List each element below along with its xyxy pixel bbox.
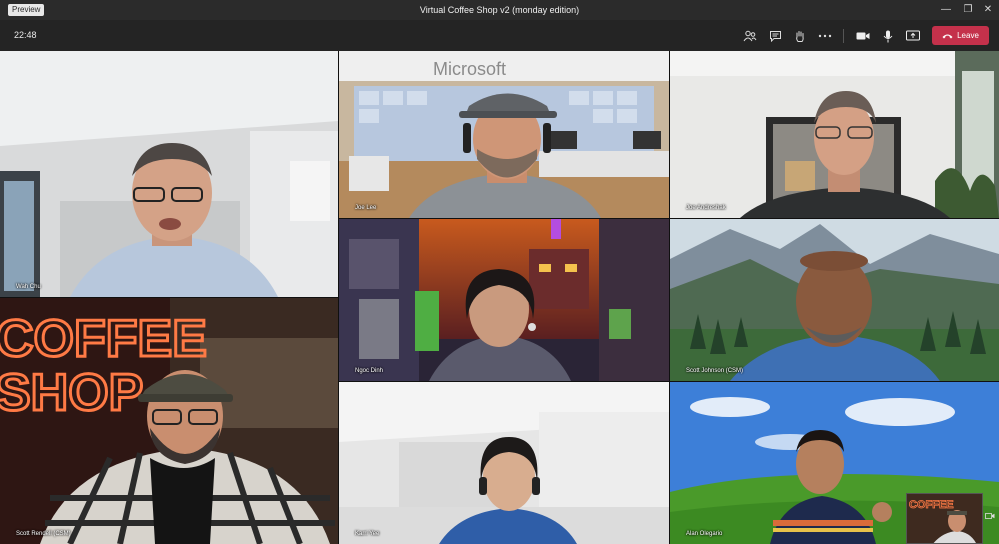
participant-name: Alan Olegario xyxy=(686,531,723,537)
camera-icon xyxy=(856,32,870,40)
call-timer: 22:48 xyxy=(14,30,37,40)
video-feed xyxy=(670,51,999,218)
chat-button[interactable] xyxy=(765,27,785,45)
share-screen-button[interactable] xyxy=(903,27,923,45)
participant-name: Joe Lee xyxy=(355,205,377,211)
self-view-preview[interactable]: COFFEE xyxy=(906,493,983,544)
video-feed: COFFEE SHOP xyxy=(0,298,338,544)
participant-tile-scott-johnson[interactable]: Scott Johnson (CSM) xyxy=(670,219,999,381)
svg-text:COFFEE: COFFEE xyxy=(909,499,954,511)
participant-tile-wah-chu[interactable]: Wah Chu xyxy=(0,51,338,297)
video-feed xyxy=(0,51,338,297)
neon-sign-line1: COFFEE xyxy=(0,310,207,368)
participant-tile-ngoc-dinh[interactable]: Ngoc Dinh xyxy=(339,219,669,381)
participants-button[interactable] xyxy=(740,27,760,45)
leave-label: Leave xyxy=(957,31,979,40)
neon-sign-line2: SHOP xyxy=(0,364,143,422)
participant-name: Karri Yee xyxy=(355,531,380,537)
participant-name: Ngoc Dinh xyxy=(355,368,384,374)
toolbar-divider xyxy=(843,29,844,43)
camera-button[interactable] xyxy=(853,27,873,45)
phone-hangup-icon xyxy=(942,34,953,38)
participant-name: Scott Johnson (CSM) xyxy=(686,368,744,374)
svg-text:Microsoft: Microsoft xyxy=(433,59,506,79)
chat-icon xyxy=(769,31,781,42)
participant-name: Scott Rendell (CSM) xyxy=(16,531,71,537)
raise-hand-icon xyxy=(796,30,804,42)
video-feed xyxy=(339,382,669,544)
participant-tile-karri-yee[interactable]: Karri Yee xyxy=(339,382,669,544)
self-video-feed: COFFEE xyxy=(907,494,982,543)
participant-tile-joe-lee[interactable]: Microsoft Joe Lee xyxy=(339,51,669,218)
microphone-icon xyxy=(883,30,893,42)
video-feed xyxy=(339,219,669,381)
share-screen-icon xyxy=(906,30,920,41)
microphone-button[interactable] xyxy=(878,27,898,45)
participant-name: Wah Chu xyxy=(16,284,41,290)
close-window-button[interactable]: ✕ xyxy=(977,2,999,18)
participant-tile-joe-andreshak[interactable]: Joe Andreshak xyxy=(670,51,999,218)
people-icon xyxy=(743,30,757,42)
self-view-options-button[interactable] xyxy=(984,512,996,524)
raise-hand-button[interactable] xyxy=(790,27,810,45)
minimize-button[interactable]: — xyxy=(935,2,957,18)
participant-tile-scott-rendell[interactable]: COFFEE SHOP Scott Rendell (CSM) xyxy=(0,298,338,544)
call-controls-bar: 22:48 Leave xyxy=(0,20,999,51)
window-title: Virtual Coffee Shop v2 (monday edition) xyxy=(419,5,580,15)
participant-name: Joe Andreshak xyxy=(686,205,726,211)
leave-button[interactable]: Leave xyxy=(932,26,989,45)
maximize-button[interactable]: ❐ xyxy=(957,2,979,18)
video-grid: Wah Chu Microsoft Joe Lee Joe Andreshak … xyxy=(0,51,999,544)
video-feed: Microsoft xyxy=(339,51,669,218)
more-icon xyxy=(818,34,832,38)
camera-options-icon xyxy=(985,513,995,519)
window-title-bar: Preview Virtual Coffee Shop v2 (monday e… xyxy=(0,0,999,20)
microsoft-logo-sign: Microsoft xyxy=(433,59,506,79)
more-actions-button[interactable] xyxy=(815,27,835,45)
video-feed xyxy=(670,219,999,381)
